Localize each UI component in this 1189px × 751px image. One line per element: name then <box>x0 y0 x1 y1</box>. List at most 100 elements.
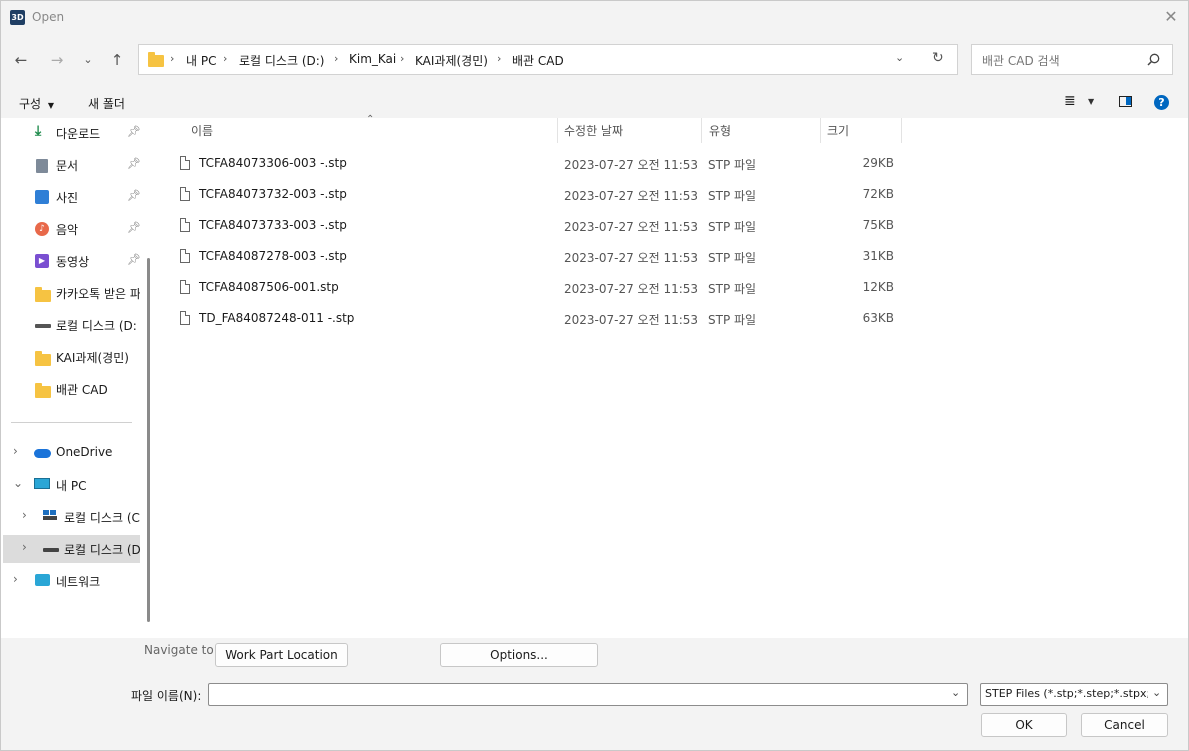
table-row[interactable]: TCFA84073306-003 -.stp 2023-07-27 오전 11:… <box>158 148 903 179</box>
sidebar-item-local-disk-d-tree[interactable]: › 로컬 디스크 (D <box>3 535 140 563</box>
column-header-size[interactable]: 크기 <box>827 122 849 139</box>
column-divider[interactable] <box>557 118 558 143</box>
file-type: STP 파일 <box>708 158 757 172</box>
sidebar-item-local-disk-d[interactable]: 로컬 디스크 (D: <box>3 311 140 339</box>
column-divider[interactable] <box>820 118 821 143</box>
file-modified: 2023-07-27 오전 11:53 <box>564 313 699 327</box>
table-row[interactable]: TCFA84073733-003 -.stp 2023-07-27 오전 11:… <box>158 210 903 241</box>
pin-icon: 📌︎ <box>127 221 141 234</box>
sidebar-item-documents[interactable]: 문서 📌︎ <box>3 151 141 179</box>
cloud-icon <box>34 449 51 458</box>
file-type: STP 파일 <box>708 251 757 265</box>
table-row[interactable]: TCFA84073732-003 -.stp 2023-07-27 오전 11:… <box>158 179 903 210</box>
chevron-down-icon[interactable]: ⌄ <box>1152 686 1161 699</box>
sidebar-item-kai-project[interactable]: KAI과제(경민) <box>3 343 140 371</box>
folder-icon <box>35 383 51 398</box>
column-header-modified[interactable]: 수정한 날짜 <box>564 122 623 139</box>
breadcrumb-item[interactable]: KAI과제(경민) <box>415 52 488 69</box>
file-icon <box>180 280 190 294</box>
file-name: TD_FA84087248-011 -.stp <box>199 311 355 325</box>
chevron-right-icon[interactable]: › <box>22 508 27 522</box>
refresh-icon[interactable]: ↻ <box>932 50 944 66</box>
chevron-right-icon[interactable]: › <box>13 444 18 458</box>
table-row[interactable]: TCFA84087278-003 -.stp 2023-07-27 오전 11:… <box>158 241 903 272</box>
column-header-name[interactable]: 이름 <box>191 122 213 139</box>
breadcrumb-item[interactable]: 내 PC <box>186 52 216 69</box>
navigate-to-label: Navigate to: <box>144 643 218 657</box>
pin-icon: 📌︎ <box>127 125 141 138</box>
sidebar-item-label: 카카오톡 받은 파 <box>56 287 140 301</box>
sidebar-item-network[interactable]: › 네트워크 <box>3 567 140 595</box>
file-icon <box>180 218 190 232</box>
pc-icon <box>34 478 50 489</box>
sidebar-item-local-disk-c[interactable]: › 로컬 디스크 (C <box>3 503 140 531</box>
recent-chevron-icon[interactable]: ⌄ <box>77 49 99 71</box>
organize-button[interactable]: 구성 ▼ <box>19 95 54 112</box>
sidebar-item-pictures[interactable]: 사진 📌︎ <box>3 183 141 211</box>
sidebar-item-label: 로컬 디스크 (C <box>64 511 140 525</box>
sidebar-scrollbar[interactable] <box>147 258 150 622</box>
file-size: 75KB <box>862 218 894 232</box>
breadcrumb-item[interactable]: 배관 CAD <box>512 52 564 69</box>
file-size: 12KB <box>862 280 894 294</box>
file-icon <box>180 156 190 170</box>
search-input[interactable]: 배관 CAD 검색 <box>971 44 1173 75</box>
navigation-pane: ⤓ 다운로드 📌︎ 문서 📌︎ 사진 📌︎ ♪ 음악 📌︎ ▶ 동영상 📌︎ 카… <box>1 118 155 638</box>
back-arrow-icon[interactable]: ← <box>10 49 32 71</box>
folder-icon <box>35 351 51 366</box>
sort-ascending-icon: ⌃ <box>366 114 375 125</box>
new-folder-button[interactable]: 새 폴더 <box>88 95 125 112</box>
sidebar-item-music[interactable]: ♪ 음악 📌︎ <box>3 215 141 243</box>
file-name: TCFA84087278-003 -.stp <box>199 249 347 263</box>
sidebar-item-label: 동영상 <box>56 255 90 269</box>
ok-button[interactable]: OK <box>981 713 1067 737</box>
view-options-icon[interactable]: ≣ <box>1064 93 1076 109</box>
chevron-down-icon[interactable]: ⌄ <box>951 686 960 699</box>
column-divider[interactable] <box>901 118 902 143</box>
file-modified: 2023-07-27 오전 11:53 <box>564 282 699 296</box>
chevron-down-icon[interactable]: ⌄ <box>13 476 23 490</box>
sidebar-item-label: 배관 CAD <box>56 383 108 397</box>
address-dropdown-icon[interactable]: ⌄ <box>895 51 904 64</box>
table-row[interactable]: TCFA84087506-001.stp 2023-07-27 오전 11:53… <box>158 272 903 303</box>
cancel-button[interactable]: Cancel <box>1081 713 1168 737</box>
sidebar-item-kakaotalk[interactable]: 카카오톡 받은 파 <box>3 279 140 307</box>
file-type-filter-select[interactable]: STEP Files (*.stp;*.step;*.stpx;*.s ⌄ <box>980 683 1168 706</box>
view-dropdown-icon[interactable]: ▼ <box>1088 97 1094 106</box>
breadcrumb-separator: › <box>223 52 228 65</box>
search-icon[interactable] <box>1147 53 1160 66</box>
column-header-type[interactable]: 유형 <box>709 122 731 139</box>
close-icon[interactable]: ✕ <box>1161 5 1181 29</box>
sidebar-item-onedrive[interactable]: › OneDrive <box>3 439 140 467</box>
forward-arrow-icon[interactable]: → <box>46 49 68 71</box>
options-button[interactable]: Options... <box>440 643 598 667</box>
file-type: STP 파일 <box>708 220 757 234</box>
filename-input[interactable]: ⌄ <box>208 683 968 706</box>
file-name: TCFA84073733-003 -.stp <box>199 218 347 232</box>
download-icon: ⤓ <box>35 123 42 139</box>
chevron-right-icon[interactable]: › <box>22 540 27 554</box>
chevron-right-icon[interactable]: › <box>13 572 18 586</box>
file-icon <box>180 249 190 263</box>
sidebar-item-videos[interactable]: ▶ 동영상 📌︎ <box>3 247 141 275</box>
music-icon: ♪ <box>35 222 49 236</box>
sidebar-item-piping-cad[interactable]: 배관 CAD <box>3 375 140 403</box>
file-type-filter-value: STEP Files (*.stp;*.step;*.stpx;*.s <box>985 687 1148 700</box>
sidebar-item-this-pc[interactable]: ⌄ 내 PC <box>3 471 140 499</box>
sidebar-divider <box>11 422 132 423</box>
app-icon: 3D <box>10 10 25 25</box>
table-row[interactable]: TD_FA84087248-011 -.stp 2023-07-27 오전 11… <box>158 303 903 334</box>
sidebar-item-label: 네트워크 <box>56 575 101 589</box>
sidebar-item-downloads[interactable]: ⤓ 다운로드 📌︎ <box>3 119 141 147</box>
help-icon[interactable]: ? <box>1154 95 1169 110</box>
preview-pane-icon[interactable] <box>1119 96 1132 107</box>
file-type: STP 파일 <box>708 313 757 327</box>
address-bar[interactable]: › 내 PC › 로컬 디스크 (D:) › Kim_Kai › KAI과제(경… <box>138 44 958 75</box>
work-part-location-button[interactable]: Work Part Location <box>215 643 348 667</box>
up-arrow-icon[interactable]: ↑ <box>106 49 128 71</box>
file-name: TCFA84087506-001.stp <box>199 280 339 294</box>
file-size: 63KB <box>862 311 894 325</box>
breadcrumb-item[interactable]: 로컬 디스크 (D:) <box>239 52 324 69</box>
column-divider[interactable] <box>701 118 702 143</box>
breadcrumb-item[interactable]: Kim_Kai <box>349 52 396 66</box>
